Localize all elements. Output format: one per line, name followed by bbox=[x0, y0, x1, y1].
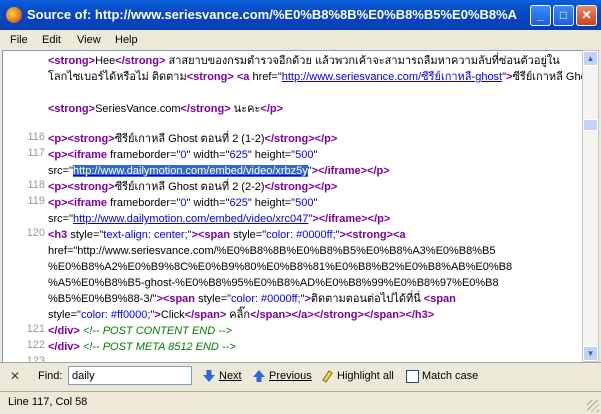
scroll-up-icon[interactable]: ▲ bbox=[583, 51, 598, 66]
source-line: <p><iframe frameborder="0" width="625" h… bbox=[48, 197, 318, 209]
source-line: โลกไซเบอร์ได้หรือไม่ ติดตาม<strong> <a h… bbox=[48, 71, 583, 83]
vertical-scrollbar[interactable]: ▲ ▼ bbox=[582, 50, 599, 362]
menu-edit[interactable]: Edit bbox=[42, 34, 61, 46]
source-line: style="color: #ff0000;">Click</span> คลิ… bbox=[48, 309, 435, 321]
source-line: <p><strong>ซีรีย์เกาหลี Ghost ตอนที่ 2 (… bbox=[48, 181, 338, 193]
find-previous-label: Previous bbox=[269, 370, 312, 382]
status-bar: Line 117, Col 58 bbox=[0, 391, 601, 414]
line-number: 117 bbox=[27, 147, 45, 159]
menu-view[interactable]: View bbox=[77, 34, 101, 46]
highlight-all-button[interactable]: Highlight all bbox=[320, 367, 394, 385]
resize-grip-icon[interactable] bbox=[587, 400, 599, 412]
source-line: %E0%B8%A2%E0%B9%8C%E0%B9%80%E0%B8%81%E0%… bbox=[48, 261, 513, 273]
line-number-gutter: 116 117 118 119 120 121 122 123 bbox=[3, 51, 45, 363]
window-title: Source of: http://www.seriesvance.com/%E… bbox=[27, 7, 517, 22]
find-label: Find: bbox=[38, 370, 63, 382]
scroll-down-icon[interactable]: ▼ bbox=[583, 346, 598, 361]
status-text: Line 117, Col 58 bbox=[8, 396, 88, 408]
find-previous-button[interactable]: Previous bbox=[252, 367, 312, 385]
source-line: <p><iframe frameborder="0" width="625" h… bbox=[48, 149, 318, 161]
title-bar: Source of: http://www.seriesvance.com/%E… bbox=[0, 0, 601, 30]
minimize-button[interactable]: _ bbox=[530, 5, 551, 26]
source-line: <h3 style="text-align: center;"><span st… bbox=[48, 229, 406, 241]
source-line: %B5%E0%B9%88-3/"><span style="color: #00… bbox=[48, 293, 456, 305]
arrow-down-icon bbox=[203, 370, 215, 382]
line-number: 121 bbox=[26, 323, 45, 335]
maximize-button[interactable]: □ bbox=[553, 5, 574, 26]
menu-help[interactable]: Help bbox=[115, 34, 138, 46]
close-find-icon[interactable]: ✕ bbox=[10, 369, 20, 383]
highlight-all-label: Highlight all bbox=[337, 370, 394, 382]
find-next-label: Next bbox=[219, 370, 242, 382]
source-line: src="http://www.dailymotion.com/embed/vi… bbox=[48, 165, 390, 177]
firefox-icon bbox=[6, 7, 22, 23]
source-line: <strong>Hee</strong> สาสยาบของกรมตำรวจอี… bbox=[48, 55, 560, 67]
source-line: <p><strong>ซีรีย์เกาหลี Ghost ตอนที่ 2 (… bbox=[48, 133, 338, 145]
source-line: </div> <!-- POST CONTENT END --> bbox=[48, 325, 232, 337]
line-number: 120 bbox=[26, 227, 45, 239]
source-line: </div> <!-- POST META 8512 END --> bbox=[48, 341, 236, 353]
line-number: 119 bbox=[27, 195, 45, 207]
match-case-checkbox[interactable]: Match case bbox=[406, 367, 478, 385]
find-next-button[interactable]: Next bbox=[202, 367, 242, 385]
source-line: %A5%E0%B8%B5-ghost-%E0%B8%95%E0%B8%AD%E0… bbox=[48, 277, 499, 289]
source-view[interactable]: 116 117 118 119 120 121 122 123 <strong>… bbox=[2, 50, 584, 364]
menu-bar: File Edit View Help bbox=[0, 30, 601, 50]
source-line: href="http://www.seriesvance.com/%E0%B8%… bbox=[48, 245, 496, 257]
scroll-thumb[interactable] bbox=[583, 119, 598, 131]
line-number: 122 bbox=[26, 339, 45, 351]
menu-file[interactable]: File bbox=[10, 34, 28, 46]
line-number: 116 bbox=[27, 131, 45, 143]
source-line: <strong>SeriesVance.com</strong> นะคะ</p… bbox=[48, 103, 284, 115]
line-number: 118 bbox=[27, 179, 45, 191]
find-bar: ✕ Find: Next Previous Highlight all Matc… bbox=[0, 362, 601, 390]
highlighter-icon bbox=[322, 370, 333, 383]
checkbox-icon bbox=[406, 369, 419, 383]
arrow-up-icon bbox=[253, 370, 265, 382]
find-input[interactable] bbox=[68, 366, 192, 385]
source-line: src="http://www.dailymotion.com/embed/vi… bbox=[48, 213, 391, 225]
close-button[interactable]: ✕ bbox=[576, 5, 597, 26]
match-case-label: Match case bbox=[422, 370, 479, 382]
